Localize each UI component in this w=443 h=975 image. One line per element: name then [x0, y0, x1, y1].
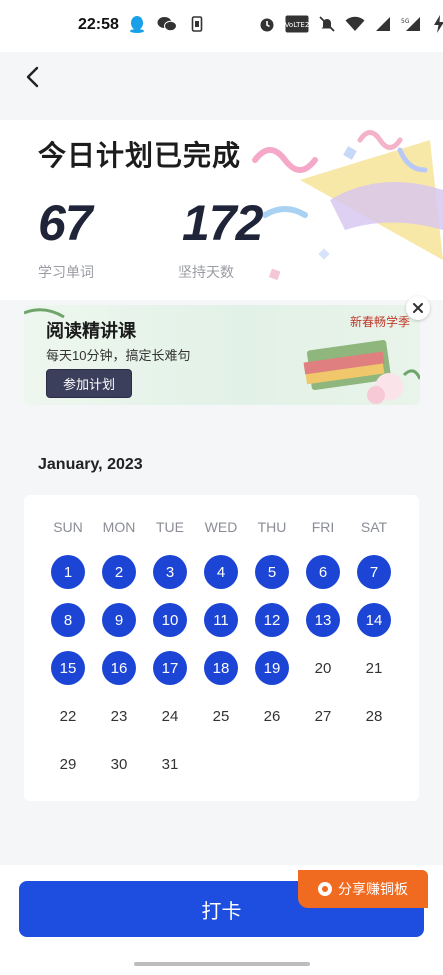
- calendar-month-label: January, 2023: [38, 456, 143, 473]
- weekday-wed: WED: [204, 519, 238, 535]
- banner-subtitle: 每天10分钟，搞定长难句: [46, 348, 191, 363]
- weekday-sun: SUN: [53, 519, 83, 535]
- words-label: 学习单词: [38, 264, 94, 280]
- calendar-day[interactable]: 23: [102, 699, 136, 733]
- signal-5g-icon: 5G: [401, 14, 421, 34]
- calendar-day-checked[interactable]: 17: [153, 651, 187, 685]
- back-button[interactable]: [18, 62, 48, 92]
- streak-days-count: 172: [182, 195, 263, 251]
- status-right-icons: VoLTE2 5G: [257, 14, 443, 34]
- weekday-mon: MON: [102, 519, 136, 535]
- calendar-day-checked[interactable]: 3: [153, 555, 187, 589]
- calendar-day-checked[interactable]: 16: [102, 651, 136, 685]
- promo-banner[interactable]: 阅读精讲课 每天10分钟，搞定长难句 参加计划 新春畅学季: [24, 305, 420, 405]
- mute-icon: [317, 14, 337, 34]
- calendar-day-checked[interactable]: 10: [153, 603, 187, 637]
- calendar-day[interactable]: 21: [357, 651, 391, 685]
- words-count: 67: [38, 195, 93, 251]
- calendar-day-checked[interactable]: 15: [51, 651, 85, 685]
- chevron-left-icon: [26, 66, 39, 88]
- weekday-fri: FRI: [311, 519, 335, 535]
- calendar-day-checked[interactable]: 13: [306, 603, 340, 637]
- calendar-day-checked[interactable]: 9: [102, 603, 136, 637]
- calendar-day-checked[interactable]: 2: [102, 555, 136, 589]
- banner-close-button[interactable]: [406, 296, 430, 320]
- charging-icon: [429, 14, 443, 34]
- alarm-icon: [257, 14, 277, 34]
- calendar-day[interactable]: 27: [306, 699, 340, 733]
- page-title: 今日计划已完成: [38, 140, 242, 171]
- share-earn-badge[interactable]: 分享赚铜板: [298, 870, 428, 908]
- calendar-day-checked[interactable]: 18: [204, 651, 238, 685]
- streak-days-label: 坚持天数: [178, 264, 234, 280]
- wechat-icon: [157, 14, 177, 34]
- calendar-day-checked[interactable]: 8: [51, 603, 85, 637]
- calendar-day-checked[interactable]: 14: [357, 603, 391, 637]
- weekday-sat: SAT: [360, 519, 388, 535]
- share-earn-label: 分享赚铜板: [338, 881, 408, 897]
- phone-sim-icon: [187, 14, 207, 34]
- calendar-day-checked[interactable]: 12: [255, 603, 289, 637]
- svg-text:5G: 5G: [401, 18, 410, 25]
- calendar-day[interactable]: 20: [306, 651, 340, 685]
- weekday-thu: THU: [257, 519, 287, 535]
- calendar-day[interactable]: 26: [255, 699, 289, 733]
- signal-icon: [373, 14, 393, 34]
- calendar-day-checked[interactable]: 1: [51, 555, 85, 589]
- calendar-day[interactable]: 28: [357, 699, 391, 733]
- calendar-day[interactable]: 30: [102, 747, 136, 781]
- home-indicator[interactable]: [134, 962, 310, 966]
- calendar-card: SUN MON TUE WED THU FRI SAT 1 2 3 4 5 6 7 8 9 10 11 12 13 14…: [24, 495, 419, 801]
- close-icon: [413, 303, 423, 313]
- calendar-day-checked[interactable]: 4: [204, 555, 238, 589]
- calendar-day-checked[interactable]: 6: [306, 555, 340, 589]
- calendar-day[interactable]: 31: [153, 747, 187, 781]
- share-dot-icon: [318, 882, 332, 896]
- banner-title: 阅读精讲课: [46, 321, 136, 341]
- status-left-icons: [127, 14, 207, 34]
- join-plan-button[interactable]: 参加计划: [46, 369, 132, 398]
- calendar-day-checked[interactable]: 7: [357, 555, 391, 589]
- weekday-tue: TUE: [156, 519, 184, 535]
- calendar-day-checked[interactable]: 5: [255, 555, 289, 589]
- status-bar: 22:58 VoLTE2 5G: [0, 0, 443, 52]
- calendar-day[interactable]: 29: [51, 747, 85, 781]
- calendar-day[interactable]: 22: [51, 699, 85, 733]
- svg-text:VoLTE2: VoLTE2: [285, 21, 309, 29]
- qq-icon: [127, 14, 147, 34]
- calendar-day-checked[interactable]: 11: [204, 603, 238, 637]
- calendar-day[interactable]: 25: [204, 699, 238, 733]
- calendar-day[interactable]: 24: [153, 699, 187, 733]
- calendar-day-checked[interactable]: 19: [255, 651, 289, 685]
- wifi-icon: [345, 14, 365, 34]
- volte-icon: VoLTE2: [285, 14, 309, 34]
- status-time: 22:58: [78, 16, 119, 33]
- banner-tag: 新春畅学季: [350, 315, 411, 329]
